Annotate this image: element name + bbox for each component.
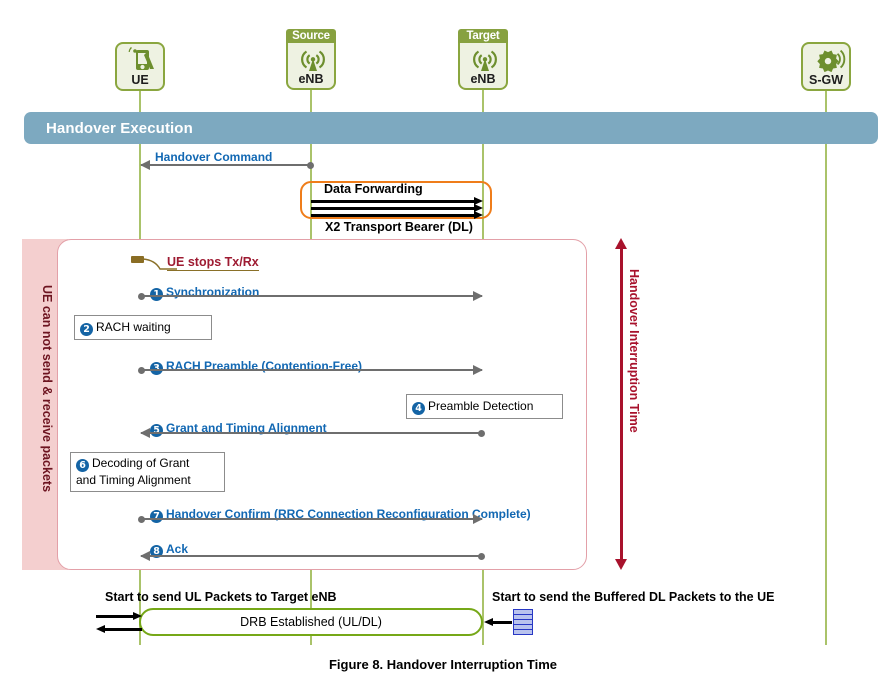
arrow-shaft [96,615,135,618]
arrow-head-left [140,160,150,170]
arrow-shaft [141,295,482,297]
arrow-shaft [491,621,512,624]
buffer-row [514,625,532,630]
arrow-shaft [141,432,482,434]
interruption-band-label: UE can not send & receive packets [40,285,54,493]
arrow-origin-dot [138,515,145,523]
ue-stops-label: UE stops Tx/Rx [167,255,259,271]
figure-caption: Figure 8. Handover Interruption Time [328,657,557,672]
drb-established-label: DRB Established (UL/DL) [240,615,382,629]
message-arrow-handover-command [140,160,314,170]
actor-source-enb[interactable]: Source eNB [284,29,338,90]
actor-sgw-box: S-GW [801,42,851,91]
actor-ue-label: UE [131,73,149,87]
data-forwarding-stream-1 [311,197,483,205]
arrow-head-left [96,625,105,633]
ul-arrow-out [96,625,142,633]
actor-target-enb-tag: Target [458,29,508,43]
message-arrow-grant-timing-alignment [140,428,485,438]
handover-interruption-time-arrow [615,238,627,570]
message-arrow-ack [140,551,485,561]
actor-ue-box: UE [115,42,165,91]
gateway-gear-icon [803,47,849,74]
arrow-head-left [140,551,150,561]
actor-sgw-label: S-GW [808,73,844,87]
step-badge-2: 2 [80,323,93,336]
ul-packets-note: Start to send UL Packets to Target eNB [105,590,337,604]
lifeline-sgw [825,90,827,645]
note-decoding-grant: 6 Decoding of Grant and Timing Alignment [70,452,225,492]
arrow-head-left [140,428,150,438]
phase-banner-title: Handover Execution [46,119,193,137]
arrow-shaft [311,207,476,210]
arrow-head-right [474,211,483,219]
data-forwarding-bearer-label: X2 Transport Bearer (DL) [325,220,473,234]
arrow-head-right [133,612,142,620]
base-station-icon [460,46,506,73]
actor-ue[interactable]: UE [113,42,167,91]
actor-source-enb-label: eNB [298,72,324,86]
arrow-head-right [473,365,483,375]
arrow-head-left [484,618,493,626]
arrow-head-right [473,291,483,301]
note-preamble-detection: 4 Preamble Detection [406,394,563,419]
phase-banner-handover-execution: Handover Execution [24,112,878,144]
message-arrow-synchronization [138,291,483,301]
actor-source-enb-box: eNB [286,43,336,90]
data-forwarding-stream-2 [311,204,483,212]
note-decoding-grant-line1: Decoding of Grant [92,456,190,470]
arrow-shaft [141,518,482,520]
ul-arrow-in [96,612,142,620]
dl-buffer-icon [513,609,533,635]
drb-established-box: DRB Established (UL/DL) [139,608,483,636]
arrow-origin-dot [478,552,485,560]
actor-target-enb-label: eNB [470,72,496,86]
mobile-phone-icon [117,46,163,74]
actor-sgw[interactable]: S-GW [799,42,853,91]
note-decoding-grant-line2: and Timing Alignment [76,473,191,487]
note-rach-waiting: 2 RACH waiting [74,315,212,340]
arrow-head-down [615,559,627,570]
message-arrow-rach-preamble [138,365,483,375]
arrow-shaft [141,164,311,166]
arrow-shaft [141,369,482,371]
arrow-head-right [473,514,483,524]
arrow-shaft [103,628,142,631]
arrow-origin-dot [138,366,145,374]
actor-source-enb-tag: Source [286,29,336,43]
step-badge-6: 6 [76,459,89,472]
arrow-shaft [141,555,482,557]
arrow-origin-dot [307,161,314,169]
arrow-shaft [620,247,623,561]
arrow-origin-dot [138,292,145,300]
arrow-origin-dot [478,429,485,437]
step-badge-4: 4 [412,402,425,415]
data-forwarding-title: Data Forwarding [324,182,423,196]
dl-packets-note: Start to send the Buffered DL Packets to… [492,590,775,604]
actor-target-enb[interactable]: Target eNB [456,29,510,90]
sequence-diagram: UE Source eNB Target eNB S-GW Handover E… [0,0,886,688]
base-station-icon [288,46,334,73]
arrow-shaft [311,200,476,203]
message-arrow-handover-confirm [138,514,483,524]
actor-target-enb-box: eNB [458,43,508,90]
arrow-shaft [311,214,476,217]
data-forwarding-stream-3 [311,211,483,219]
dl-arrow-in [484,618,512,626]
handover-interruption-time-label: Handover Interruption Time [627,269,641,433]
